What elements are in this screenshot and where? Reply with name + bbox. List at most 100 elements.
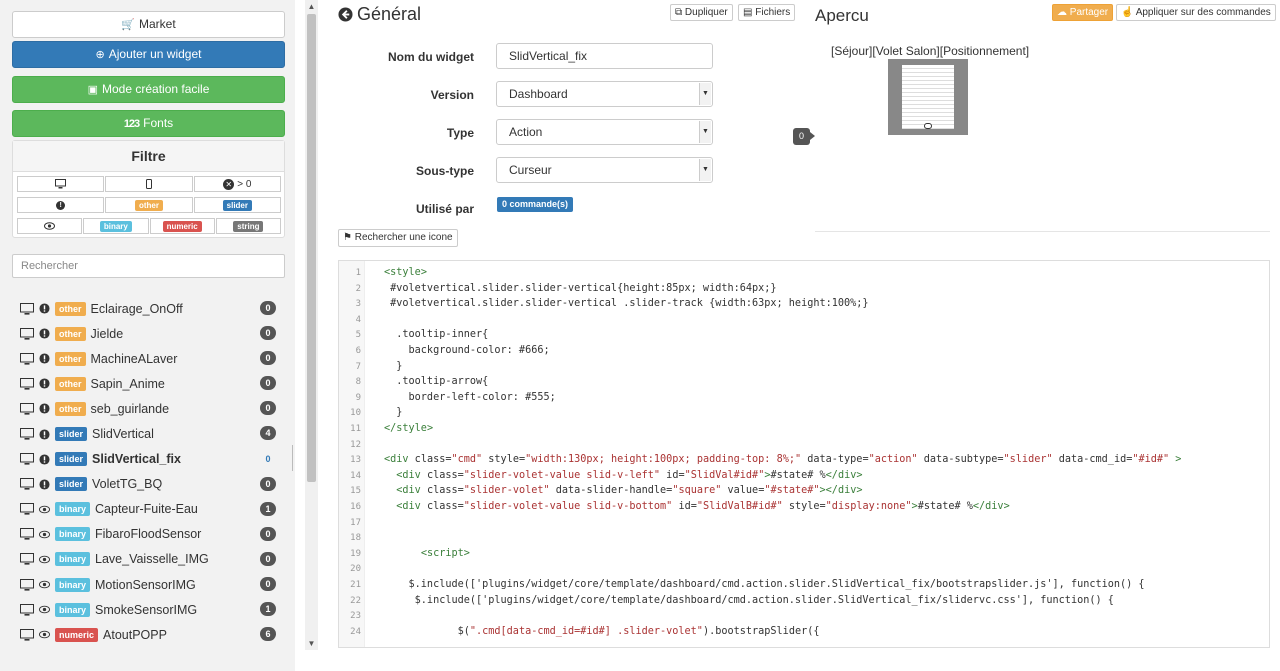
line-number: 11 [350,424,361,434]
add-widget-button[interactable]: ⊕ Ajouter un widget [12,41,285,68]
scroll-down-icon[interactable]: ▼ [305,637,318,650]
code-line: 13 <div class="cmd" style="width:130px; h… [339,452,1269,468]
widget-name-input[interactable]: SlidVertical_fix [496,43,713,69]
usage-count-badge: 0 [260,577,276,592]
search-icon-button[interactable]: ⚑ Rechercher une icone [338,229,458,247]
widget-list-item[interactable]: slider SlidVertical 4 [0,421,295,446]
filter-numeric[interactable]: numeric [149,218,215,234]
type-label: Type [446,126,474,140]
code-text: $.include(['plugins/widget/core/template… [384,579,1145,590]
filter-slider[interactable]: slider [193,197,281,213]
subtype-select[interactable]: Curseur ▼ [496,157,713,183]
monitor-icon [20,603,34,616]
type-select[interactable]: Action ▼ [496,119,713,145]
widget-list-item[interactable]: numeric AtoutPOPP 6 [0,622,295,647]
filter-other[interactable]: other [105,197,193,213]
line-number: 3 [355,299,361,310]
chevron-down-icon: ▼ [699,83,711,105]
monitor-icon [20,628,34,641]
plus-circle-icon: ⊕ [95,49,105,61]
code-line: 24 $(".cmd[data-cmd_id=#id#] .slider-vol… [339,624,1269,640]
code-editor[interactable]: 1 <style> 2 #voletvertical.slider.slider-v… [338,260,1270,648]
line-number: 22 [350,595,361,606]
used-by-badge[interactable]: 0 commande(s) [497,197,574,212]
widget-name: Eclairage_OnOff [90,301,183,316]
preview-title: Apercu [815,6,869,25]
code-text: #voletvertical.slider.slider-vertical .s… [384,298,869,310]
widget-list-item[interactable]: binary Capteur-Fuite-Eau 1 [0,497,295,522]
used-by-label: Utilisé par [415,202,474,216]
filter-mobile[interactable] [105,176,193,192]
widget-list-item[interactable]: other MachineALaver 0 [0,346,295,371]
filter-dashboard[interactable] [17,176,105,192]
monitor-icon [20,478,34,490]
code-line: 8 .tooltip-arrow{ [339,374,1269,390]
widget-name: Sapin_Anime [90,376,165,391]
line-number: 20 [350,564,361,575]
exclamation-circle-icon [39,328,50,339]
files-button[interactable]: ▤ Fichiers [738,4,796,21]
line-number: 21 [350,580,361,590]
usage-count-badge: 6 [260,627,276,642]
widget-list-item[interactable]: slider SlidVertical_fix 0 [0,444,295,472]
back-arrow-icon[interactable] [338,7,353,22]
fonts-icon: 123 [123,118,140,130]
code-line: 22 $.include(['plugins/widget/core/templ… [339,593,1269,609]
type-badge: numeric [55,627,99,642]
code-text: <div class="slider-volet" data-slider-ha… [396,485,863,497]
widget-list-item[interactable]: other seb_guirlande 0 [0,396,295,421]
filter-row-info: binary numeric string [17,218,281,234]
page-title: Général [338,4,421,25]
type-badge: slider [55,477,88,492]
code-text: } [384,360,403,372]
type-badge-slider: slider [222,199,252,211]
eye-icon [44,222,56,230]
duplicate-button[interactable]: ⧉ Dupliquer [670,4,733,21]
fonts-button[interactable]: 123 Fonts [12,110,285,137]
eye-icon [39,555,50,564]
filter-info[interactable] [17,218,83,234]
widget-list-item[interactable]: other Sapin_Anime 0 [0,371,295,396]
monitor-icon [20,503,34,515]
line-number: 9 [355,392,361,403]
search-input[interactable] [12,254,285,278]
usage-count-badge: 1 [260,602,276,617]
filter-binary[interactable]: binary [83,218,149,234]
widget-list-item[interactable]: binary FibaroFloodSensor 0 [0,522,295,547]
line-number: 8 [355,377,361,388]
monitor-icon [20,578,34,591]
line-number: 16 [350,502,361,512]
shutter-slider-preview[interactable] [888,59,968,135]
market-button[interactable]: 🛒 Market [12,11,285,38]
filter-usage-count[interactable]: ✕ > 0 [193,176,281,192]
scroll-up-icon[interactable]: ▲ [305,0,318,13]
line-number: 13 [350,455,361,466]
type-badge: binary [55,502,91,517]
widget-list-item[interactable]: binary MotionSensorIMG 0 [0,572,295,597]
line-number: 17 [350,517,361,528]
easy-mode-button[interactable]: ▣ Mode création facile [12,76,285,103]
widget-list-item[interactable]: binary SmokeSensorIMG 1 [0,597,295,622]
type-badge: other [55,376,86,391]
filter-string[interactable]: string [215,218,281,234]
usage-count-badge: 0 [260,376,276,391]
code-line: 15 <div class="slider-volet" data-slider… [339,483,1269,499]
slider-handle[interactable] [924,123,932,129]
monitor-icon [20,302,34,315]
copy-icon: ⧉ [675,7,683,18]
line-number: 5 [355,330,361,341]
preview-widget-label: [Séjour][Volet Salon][Positionnement] [831,44,1030,58]
version-select[interactable]: Dashboard ▼ [496,81,713,107]
widget-list-item[interactable]: other Jielde 0 [0,321,295,346]
scroll-thumb[interactable] [307,14,316,482]
filter-action[interactable]: ! [17,197,105,213]
apply-commands-button[interactable]: ☝ Appliquer sur des commandes [1116,4,1276,21]
share-button[interactable]: ☁ Partager [1052,4,1114,21]
filter-title: Filtre [13,141,284,172]
shutter-track [902,65,954,129]
widget-name: seb_guirlande [90,401,170,416]
widget-list-item[interactable]: slider VoletTG_BQ 0 [0,472,295,497]
widget-list-item[interactable]: other Eclairage_OnOff 0 [0,296,295,321]
widget-list-item[interactable]: binary Lave_Vaisselle_IMG 0 [0,547,295,572]
monitor-icon [20,553,34,566]
